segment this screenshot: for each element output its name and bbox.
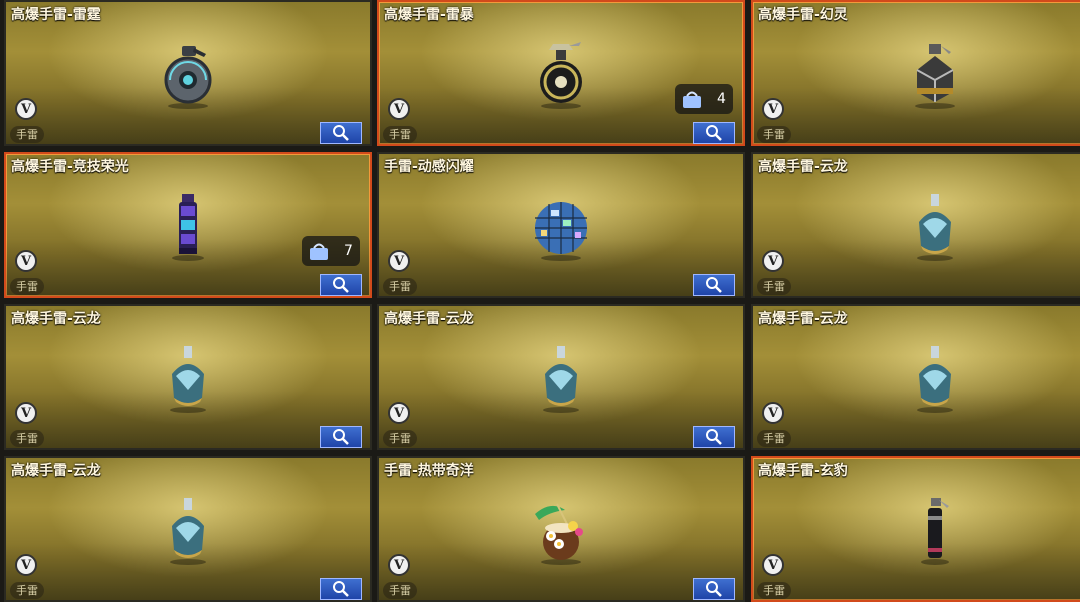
category-tag: 手雷 [10,126,44,143]
item-title: 高爆手雷-云龙 [758,159,848,175]
v-rank-badge: V [762,402,784,424]
grenade-phantom-icon [915,44,955,109]
item-title: 高爆手雷-雷霆 [11,7,101,23]
item-card-selected[interactable]: 高爆手雷-雷暴 V 手雷 4 [377,0,745,146]
item-card[interactable]: 手雷-热带奇洋 V 手雷 [377,456,745,602]
item-card[interactable]: 高爆手雷-雷霆 V 手雷 [4,0,372,146]
bag-icon [310,243,328,260]
item-title: 高爆手雷-竞技荣光 [11,159,129,175]
grenade-glory-icon [172,194,204,261]
item-card-selected[interactable]: 高爆手雷-竞技荣光 V 手雷 7 [4,152,372,298]
v-rank-badge: V [762,554,784,576]
grenade-cloud-dragon-icon [917,346,953,413]
magnifier-icon [333,125,349,141]
search-button[interactable] [320,122,362,144]
magnifier-icon [706,125,722,141]
item-card[interactable]: 高爆手雷-云龙 V 手雷 [751,152,1080,298]
category-tag: 手雷 [383,582,417,599]
v-rank-badge: V [15,98,37,120]
grenade-thunder-icon [164,46,212,109]
search-button[interactable] [693,578,735,600]
item-card[interactable]: 手雷-动感闪耀 V 手雷 [377,152,745,298]
item-title: 手雷-动感闪耀 [384,159,474,175]
v-rank-badge: V [388,554,410,576]
quantity-count: 7 [344,243,353,259]
v-rank-badge: V [388,250,410,272]
category-tag: 手雷 [383,430,417,447]
v-rank-badge: V [15,554,37,576]
category-tag: 手雷 [10,430,44,447]
grenade-cloud-dragon-icon [170,346,206,413]
v-rank-badge: V [15,250,37,272]
item-card[interactable]: 高爆手雷-云龙 V 手雷 [751,304,1080,450]
item-title: 高爆手雷-玄豹 [758,463,848,479]
magnifier-icon [706,277,722,293]
quantity-badge: 4 [675,84,733,114]
magnifier-icon [333,429,349,445]
category-tag: 手雷 [10,278,44,295]
v-rank-badge: V [388,402,410,424]
grenade-cloud-dragon-icon [917,194,953,261]
category-tag: 手雷 [10,582,44,599]
grenade-black-panther-icon [921,498,949,565]
item-card[interactable]: 高爆手雷-云龙 V 手雷 [377,304,745,450]
v-rank-badge: V [388,98,410,120]
category-tag: 手雷 [757,278,791,295]
category-tag: 手雷 [757,126,791,143]
category-tag: 手雷 [383,126,417,143]
magnifier-icon [333,581,349,597]
magnifier-icon [706,581,722,597]
search-button[interactable] [320,426,362,448]
item-card[interactable]: 高爆手雷-云龙 V 手雷 [4,456,372,602]
search-button[interactable] [693,274,735,296]
coconut-drink-grenade-icon [535,503,583,565]
category-tag: 手雷 [757,582,791,599]
quantity-badge: 7 [302,236,360,266]
item-title: 高爆手雷-云龙 [11,463,101,479]
category-tag: 手雷 [757,430,791,447]
search-button[interactable] [693,122,735,144]
bag-icon [683,91,701,108]
item-card-selected[interactable]: 高爆手雷-幻灵 V 手雷 [751,0,1080,146]
item-title: 高爆手雷-云龙 [384,311,474,327]
search-button[interactable] [320,578,362,600]
grenade-storm-icon [540,42,582,109]
magnifier-icon [333,277,349,293]
item-card[interactable]: 高爆手雷-云龙 V 手雷 [4,304,372,450]
item-title: 高爆手雷-云龙 [758,311,848,327]
item-title: 高爆手雷-雷暴 [384,7,474,23]
v-rank-badge: V [762,250,784,272]
item-title: 手雷-热带奇洋 [384,463,474,479]
item-card-selected[interactable]: 高爆手雷-玄豹 V 手雷 [751,456,1080,602]
grenade-cloud-dragon-icon [543,346,579,413]
v-rank-badge: V [15,402,37,424]
search-button[interactable] [320,274,362,296]
disco-ball-grenade-icon [535,202,587,261]
item-title: 高爆手雷-幻灵 [758,7,848,23]
search-button[interactable] [693,426,735,448]
quantity-count: 4 [717,91,726,107]
magnifier-icon [706,429,722,445]
grenade-cloud-dragon-icon [170,498,206,565]
category-tag: 手雷 [383,278,417,295]
inventory-grid: 高爆手雷-雷霆 V 手雷 高爆手雷-雷暴 V 手雷 4 高爆手雷-幻灵 V 手雷… [0,0,1080,602]
item-title: 高爆手雷-云龙 [11,311,101,327]
v-rank-badge: V [762,98,784,120]
